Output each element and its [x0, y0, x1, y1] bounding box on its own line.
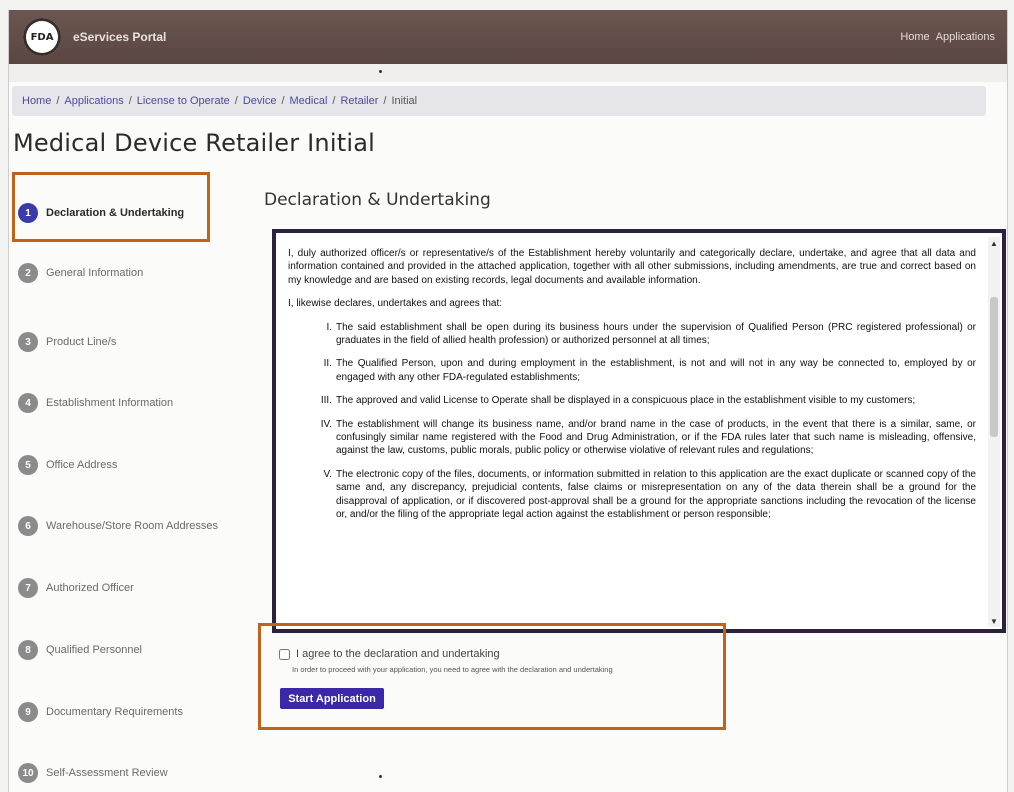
- declaration-item: I. The said establishment shall be open d…: [288, 321, 976, 348]
- step-warehouse-addresses[interactable]: 6 Warehouse/Store Room Addresses: [14, 513, 218, 539]
- scroll-down-arrow-icon[interactable]: ▼: [988, 615, 1000, 627]
- agree-label: I agree to the declaration and undertaki…: [296, 648, 500, 660]
- step-general-information[interactable]: 2 General Information: [14, 260, 143, 286]
- step-label: General Information: [46, 267, 144, 279]
- agreement-highlight: [258, 623, 726, 730]
- header-band: [9, 64, 1007, 82]
- declaration-intro: I, duly authorized officer/s or represen…: [288, 248, 976, 286]
- step-product-lines[interactable]: 3 Product Line/s: [14, 329, 116, 355]
- step-number-badge: 7: [18, 578, 38, 598]
- step-self-assessment-review[interactable]: 10 Self-Assessment Review: [14, 760, 168, 786]
- breadcrumb-initial: Initial: [391, 95, 418, 107]
- step-label: Authorized Officer: [46, 582, 134, 594]
- declaration-scrollbar[interactable]: ▲ ▼: [988, 237, 1000, 627]
- step-label: Establishment Information: [46, 397, 174, 409]
- step-number-badge: 9: [18, 702, 38, 722]
- active-step-highlight: [12, 172, 210, 242]
- breadcrumb-separator: /: [383, 95, 387, 107]
- portal-name[interactable]: eServices Portal: [73, 30, 166, 44]
- scroll-up-arrow-icon[interactable]: ▲: [988, 237, 1000, 249]
- top-nav: Home Applications: [900, 31, 995, 43]
- item-text: The Qualified Person, upon and during em…: [336, 358, 976, 383]
- breadcrumb-license-to-operate[interactable]: License to Operate: [137, 95, 230, 107]
- start-application-button[interactable]: Start Application: [280, 688, 384, 709]
- step-number-badge: 6: [18, 516, 38, 536]
- item-text: The electronic copy of the files, docume…: [336, 468, 976, 521]
- agree-checkbox[interactable]: [279, 648, 290, 660]
- declaration-item: V. The electronic copy of the files, docu…: [288, 468, 976, 522]
- declaration-list: I. The said establishment shall be open d…: [288, 321, 976, 522]
- step-label: Self-Assessment Review: [46, 767, 168, 779]
- step-label: Qualified Personnel: [46, 644, 143, 656]
- section-title: Declaration & Undertaking: [264, 190, 491, 210]
- top-bar: FDA eServices Portal Home Applications: [9, 10, 1007, 64]
- breadcrumb-home[interactable]: Home: [22, 95, 51, 107]
- declaration-item: IV. The establishment will change its bus…: [288, 418, 976, 458]
- nav-applications[interactable]: Applications: [936, 31, 995, 43]
- item-numeral: IV.: [320, 418, 332, 430]
- breadcrumb-separator: /: [281, 95, 285, 107]
- breadcrumb-separator: /: [332, 95, 336, 107]
- declaration-text: I, duly authorized officer/s or represen…: [288, 247, 976, 627]
- breadcrumb: Home / Applications / License to Operate / …: [12, 86, 986, 116]
- step-office-address[interactable]: 5 Office Address: [14, 452, 117, 478]
- step-number-badge: 10: [18, 763, 38, 783]
- item-text: The establishment will change its busine…: [336, 418, 976, 457]
- step-documentary-requirements[interactable]: 9 Documentary Requirements: [14, 699, 183, 725]
- step-number-badge: 4: [18, 393, 38, 413]
- nav-home[interactable]: Home: [900, 31, 929, 43]
- declaration-textbox[interactable]: I, duly authorized officer/s or represen…: [272, 229, 1006, 633]
- logo-text: FDA: [30, 31, 54, 43]
- step-label: Product Line/s: [46, 336, 117, 348]
- step-number-badge: 3: [18, 332, 38, 352]
- step-label: Documentary Requirements: [46, 706, 183, 718]
- breadcrumb-applications[interactable]: Applications: [64, 95, 123, 107]
- breadcrumb-separator: /: [56, 95, 60, 107]
- item-numeral: V.: [323, 468, 332, 480]
- step-qualified-personnel[interactable]: 8 Qualified Personnel: [14, 637, 142, 663]
- step-label: Warehouse/Store Room Addresses: [46, 520, 219, 532]
- breadcrumb-separator: /: [234, 95, 238, 107]
- breadcrumb-medical[interactable]: Medical: [290, 95, 328, 107]
- scan-dot: [379, 775, 382, 778]
- page-title: Medical Device Retailer Initial: [13, 129, 375, 157]
- agree-checkbox-row[interactable]: I agree to the declaration and undertaki…: [279, 648, 500, 660]
- breadcrumb-retailer[interactable]: Retailer: [340, 95, 378, 107]
- item-numeral: II.: [323, 358, 332, 370]
- step-number-badge: 5: [18, 455, 38, 475]
- step-label: Office Address: [46, 459, 118, 471]
- item-numeral: I.: [326, 321, 332, 333]
- step-number-badge: 2: [18, 263, 38, 283]
- breadcrumb-separator: /: [128, 95, 132, 107]
- agree-hint: In order to proceed with your applicatio…: [292, 665, 613, 674]
- step-establishment-information[interactable]: 4 Establishment Information: [14, 390, 173, 416]
- scroll-thumb[interactable]: [990, 297, 998, 437]
- step-authorized-officer[interactable]: 7 Authorized Officer: [14, 575, 134, 601]
- declaration-item: II. The Qualified Person, upon and during…: [288, 357, 976, 384]
- item-text: The approved and valid License to Operat…: [336, 395, 916, 407]
- step-number-badge: 8: [18, 640, 38, 660]
- fda-logo[interactable]: FDA: [23, 18, 61, 56]
- item-numeral: III.: [320, 395, 332, 407]
- breadcrumb-device[interactable]: Device: [243, 95, 277, 107]
- declaration-item: III. The approved and valid License to Op…: [288, 394, 976, 407]
- scan-dot: [379, 70, 382, 73]
- item-text: The said establishment shall be open dur…: [336, 321, 976, 347]
- declaration-lead: I, likewise declares, undertakes and agr…: [288, 298, 503, 310]
